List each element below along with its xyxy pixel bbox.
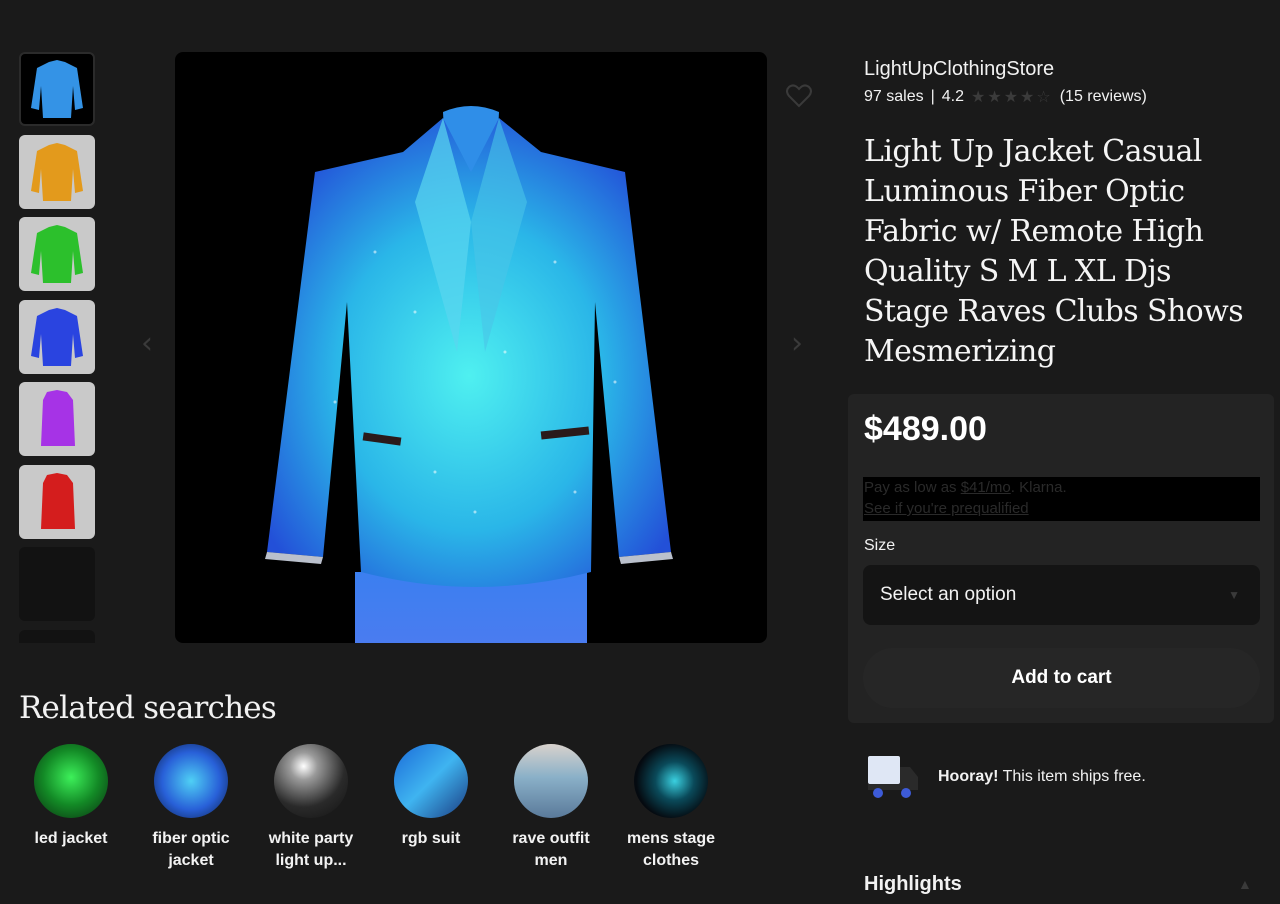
klarna-amount[interactable]: $41/mo [961,479,1011,496]
related-thumb [154,744,228,818]
related-label: fiber optic jacket [152,830,230,869]
shop-meta: 97 sales | 4.2 ★★★★☆ (15 reviews) [864,87,1147,107]
related-thumb [394,744,468,818]
related-searches-title: Related searches [19,690,277,726]
product-title: Light Up Jacket Casual Luminous Fiber Op… [864,134,1244,369]
size-select[interactable]: Select an option ▼ [863,565,1260,625]
shop-name[interactable]: LightUpClothingStore [864,58,1054,81]
heart-icon[interactable] [782,79,816,113]
klarna-suffix: . Klarna. [1010,479,1067,496]
add-to-cart-button[interactable]: Add to cart [863,648,1260,708]
jacket-thumb-icon [31,307,83,366]
related-label: rave outfit men [512,830,590,869]
jacket-thumb-icon [31,142,83,201]
related-label: mens stage clothes [626,830,716,869]
star-rating: ★★★★☆ [971,89,1053,106]
thumbnail-purple[interactable] [19,382,95,456]
main-product-image [175,52,767,643]
rating-value: 4.2 [941,88,964,105]
jacket-thumb-icon [41,390,75,446]
thumbnail-red[interactable] [19,464,95,539]
thumbnail-green[interactable] [19,217,95,291]
related-thumb [34,744,108,818]
related-item-mens-stage-clothes[interactable]: mens stage clothes [611,744,731,872]
related-label: white party light up... [268,830,354,869]
chevron-up-icon[interactable]: ▲ [1238,876,1252,892]
price: $489.00 [864,410,987,448]
chevron-right-icon[interactable]: › [781,320,813,368]
related-thumb [514,744,588,818]
size-label: Size [864,537,896,554]
thumbnail-blue[interactable] [19,52,95,126]
thumbnail-orange[interactable] [19,134,95,209]
klarna-prefix: Pay as low as [864,479,961,496]
shipping-info: Hooray! This item ships free. [866,755,1146,799]
klarna-banner: Pay as low as $41/mo. Klarna. See if you… [863,477,1260,521]
meta-separator: | [930,88,935,105]
klarna-prequalify-link[interactable]: See if you're prequalified [864,498,1260,519]
chevron-down-icon: ▼ [1228,588,1240,602]
shipping-hooray: Hooray! [938,768,999,785]
related-label: led jacket [34,830,108,847]
thumbnail-strip [19,52,95,643]
jacket-thumb-icon [41,472,75,529]
related-thumb [274,744,348,818]
jacket-thumb-icon [31,225,83,283]
thumbnail-collage-2[interactable] [19,629,95,643]
shipping-text: Hooray! This item ships free. [938,768,1146,786]
related-searches-list: led jacket fiber optic jacket white part… [11,744,731,872]
chevron-left-icon[interactable]: ‹ [131,320,163,368]
related-label: rgb suit [401,830,461,847]
sales-count: 97 sales [864,88,924,105]
related-item-rgb-suit[interactable]: rgb suit [371,744,491,872]
related-thumb [634,744,708,818]
related-item-fiber-optic-jacket[interactable]: fiber optic jacket [131,744,251,872]
related-item-white-party[interactable]: white party light up... [251,744,371,872]
highlights-heading[interactable]: Highlights [864,873,962,896]
truck-icon [868,756,918,798]
thumbnail-collage[interactable] [19,547,95,621]
review-count[interactable]: (15 reviews) [1060,88,1147,106]
related-item-led-jacket[interactable]: led jacket [11,744,131,872]
related-item-rave-outfit-men[interactable]: rave outfit men [491,744,611,872]
size-select-value: Select an option [880,584,1017,605]
shipping-message: This item ships free. [998,768,1146,785]
buy-box: $489.00 Pay as low as $41/mo. Klarna. Se… [848,394,1274,723]
thumbnail-blue-violet[interactable] [19,299,95,374]
jacket-image [265,106,673,643]
jacket-thumb-icon [31,60,83,118]
